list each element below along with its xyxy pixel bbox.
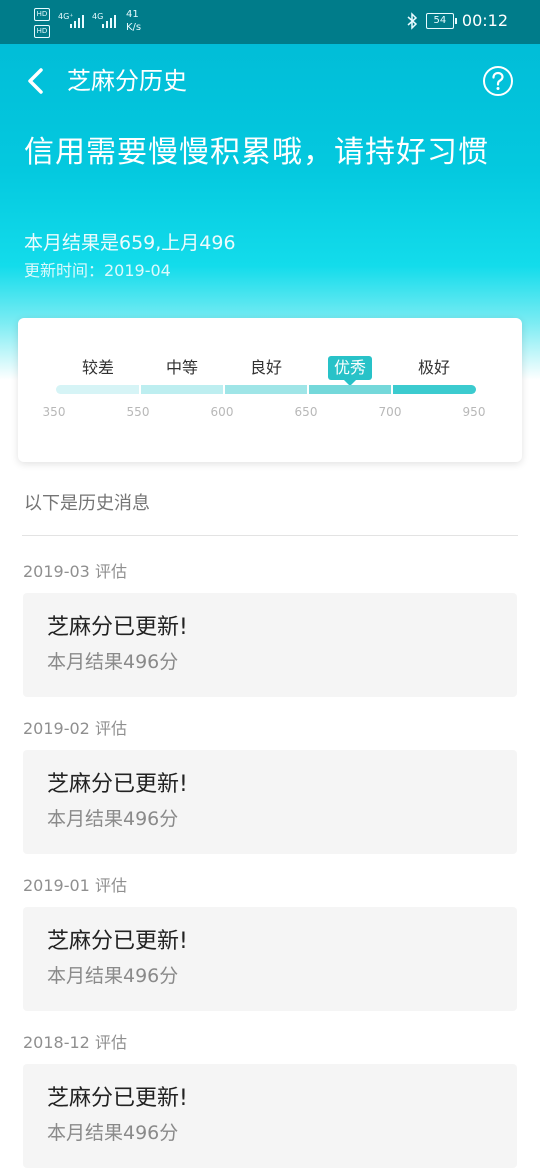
clock: 00:12 xyxy=(461,11,508,30)
status-bar: HD HD 4G⁺ 4G 41 K/s 54 00:12 xyxy=(0,0,540,44)
page: HD HD 4G⁺ 4G 41 K/s 54 00:12 芝麻分历史 信用需要慢… xyxy=(0,0,540,1170)
score-tick-5: 950 xyxy=(462,405,486,419)
score-summary: 本月结果是659,上月496 xyxy=(24,232,236,254)
score-tick-1: 550 xyxy=(126,405,150,419)
battery-icon: 54 xyxy=(425,12,457,29)
bluetooth-icon xyxy=(407,11,417,30)
history-card[interactable]: 芝麻分已更新! 本月结果496分 xyxy=(23,750,517,854)
divider xyxy=(22,535,518,536)
score-level-3: 优秀 xyxy=(328,356,372,386)
score-level-0: 较差 xyxy=(81,358,114,377)
history-date: 2019-03 评估 xyxy=(23,562,127,581)
page-title: 芝麻分历史 xyxy=(67,67,187,95)
score-bar-segment-4 xyxy=(392,385,476,394)
history-card-desc: 本月结果496分 xyxy=(47,808,179,830)
back-button[interactable] xyxy=(18,60,52,102)
score-tick-2: 600 xyxy=(210,405,234,419)
hero-title: 信用需要慢慢积累哦，请持好习惯 xyxy=(24,135,489,170)
history-card[interactable]: 芝麻分已更新! 本月结果496分 xyxy=(23,593,517,697)
history-date: 2019-01 评估 xyxy=(23,876,127,895)
score-bar-segment-2 xyxy=(224,385,308,394)
history-card[interactable]: 芝麻分已更新! 本月结果496分 xyxy=(23,907,517,1011)
score-bar-segment-3 xyxy=(308,385,392,394)
status-left: HD HD 4G⁺ 4G 41 K/s xyxy=(34,6,154,40)
score-bar-segment-1 xyxy=(140,385,224,394)
history-date: 2019-02 评估 xyxy=(23,719,127,738)
history-card-desc: 本月结果496分 xyxy=(47,965,179,987)
signal-bars-icon xyxy=(70,14,84,28)
history-card-title: 芝麻分已更新! xyxy=(47,1086,188,1111)
help-icon[interactable] xyxy=(482,65,514,97)
status-right: 54 00:12 xyxy=(406,11,508,30)
signal-bars-2-icon xyxy=(102,14,116,28)
history-card-title: 芝麻分已更新! xyxy=(47,929,188,954)
score-level-card: 较差 中等 良好 优秀 极好 350 550 600 650 700 950 xyxy=(18,318,522,462)
history-card[interactable]: 芝麻分已更新! 本月结果496分 xyxy=(23,1064,517,1168)
update-time: 更新时间：2019-04 xyxy=(24,261,171,280)
score-bar-segment-0 xyxy=(56,385,140,394)
score-tick-4: 700 xyxy=(378,405,402,419)
history-card-title: 芝麻分已更新! xyxy=(47,772,188,797)
hd-badge-1: HD xyxy=(34,8,50,21)
history-card-title: 芝麻分已更新! xyxy=(47,615,188,640)
score-level-4: 极好 xyxy=(417,358,450,377)
score-level-1: 中等 xyxy=(165,358,198,377)
history-date: 2018-12 评估 xyxy=(23,1033,127,1052)
hd-badge-2: HD xyxy=(34,25,50,38)
chevron-left-icon xyxy=(28,68,43,94)
score-tick-0: 350 xyxy=(42,405,66,419)
history-section-label: 以下是历史消息 xyxy=(24,493,150,514)
score-tick-3: 650 xyxy=(294,405,318,419)
history-card-desc: 本月结果496分 xyxy=(47,651,179,673)
network-speed: 41 K/s xyxy=(126,9,142,33)
score-level-2: 良好 xyxy=(249,358,282,377)
history-card-desc: 本月结果496分 xyxy=(47,1122,179,1144)
